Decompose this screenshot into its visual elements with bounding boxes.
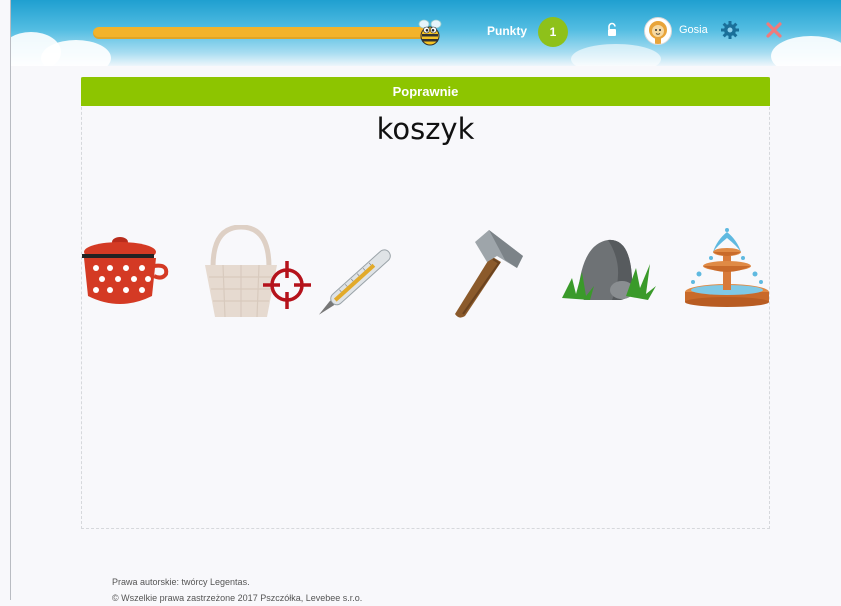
progress-bar <box>93 27 433 39</box>
cloud-decoration <box>771 36 841 66</box>
feedback-banner: Poprawnie <box>81 77 770 106</box>
cloud-decoration <box>41 40 111 66</box>
avatar-icon[interactable] <box>644 17 672 45</box>
target-word: koszyk <box>376 112 475 146</box>
footer: Prawa autorskie: twórcy Legentas. © Wsze… <box>112 574 362 606</box>
top-bar: Punkty 1 Gosia <box>11 0 841 66</box>
points-label: Punkty <box>487 24 528 38</box>
close-icon[interactable] <box>766 22 782 38</box>
bee-icon <box>418 19 442 46</box>
left-border <box>10 0 11 600</box>
option-rock[interactable] <box>560 238 658 304</box>
copyright-authors: Prawa autorskie: twórcy Legentas. <box>112 577 250 587</box>
gear-icon[interactable] <box>721 21 739 39</box>
option-pot[interactable] <box>82 232 170 310</box>
points-badge: 1 <box>538 17 568 47</box>
username[interactable]: Gosia <box>679 24 708 36</box>
crosshair-icon <box>263 261 311 309</box>
lock-icon[interactable] <box>605 22 619 38</box>
copyright-notice: © Wszelkie prawa zastrzeżone 2017 Pszczó… <box>112 593 363 603</box>
option-hammer[interactable] <box>447 226 525 320</box>
cloud-decoration <box>571 44 661 66</box>
option-thermometer[interactable] <box>316 235 408 317</box>
option-fountain[interactable] <box>683 228 771 308</box>
